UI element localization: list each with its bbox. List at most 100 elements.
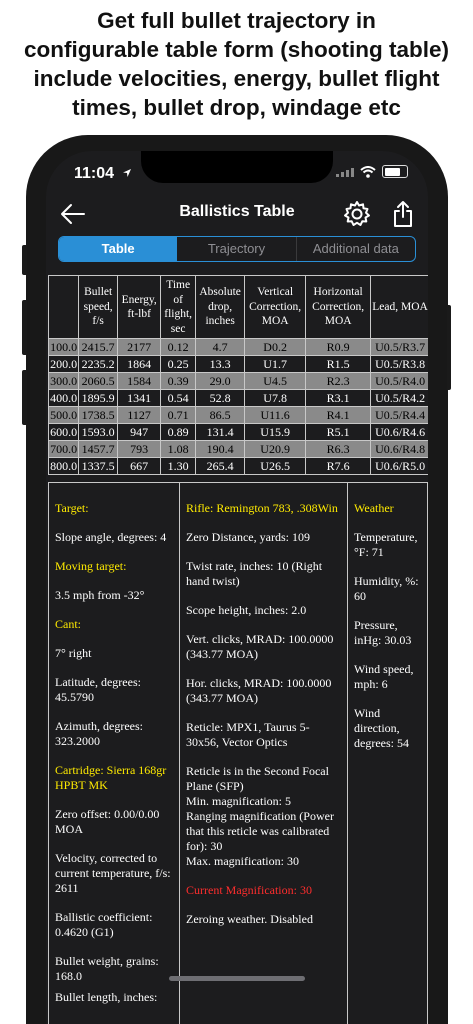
table-cell: 29.0 (195, 372, 246, 390)
table-cell: 0.71 (160, 406, 197, 424)
latitude: Latitude, degrees: 45.5790 (55, 675, 141, 704)
table-cell: U0.5/R4.4 (370, 406, 428, 424)
header-vertical: Vertical Correction, MOA (244, 275, 307, 339)
table-cell: 1895.9 (78, 389, 119, 407)
table-cell: 0.12 (160, 338, 197, 356)
table-cell: 0.54 (160, 389, 197, 407)
wind-speed: Wind speed, mph: 6 (354, 662, 414, 691)
range-cell: 700.0 (47, 440, 80, 458)
rifle-title: Rifle: Remington 783, .308Win (186, 501, 338, 515)
volume-up-button (22, 300, 27, 355)
azimuth: Azimuth, degrees: 323.2000 (55, 719, 143, 748)
zero-offset: Zero offset: 0.00/0.00 MOA (55, 807, 160, 836)
weather-column: Weather Temperature, °F: 71 Humidity, %:… (347, 483, 427, 1024)
table-cell: 52.8 (195, 389, 246, 407)
table-cell: 0.25 (160, 355, 197, 373)
tab-table[interactable]: Table (59, 237, 178, 261)
table-cell: R4.1 (305, 406, 372, 424)
hor-clicks: Hor. clicks, MRAD: 100.0000 (343.77 MOA) (186, 676, 332, 705)
table-cell: 1.30 (160, 457, 197, 475)
location-arrow-icon (122, 169, 131, 177)
nav-bar: Ballistics Table (46, 191, 428, 237)
signal-icon (336, 167, 354, 177)
tab-additional-data[interactable]: Additional data (295, 237, 415, 261)
table-cell: 793 (117, 440, 162, 458)
table-row: 300.0 2060.5 1584 0.39 29.0 U4.5 R2.3 U0.5/R4.0 (47, 372, 428, 390)
range-cell: 800.0 (47, 457, 80, 475)
share-icon[interactable] (389, 199, 417, 229)
table-cell: U11.6 (244, 406, 307, 424)
mute-switch (22, 245, 27, 275)
table-cell: 947 (117, 423, 162, 441)
table-cell: 4.7 (195, 338, 246, 356)
range-cell: 600.0 (47, 423, 80, 441)
home-indicator[interactable] (169, 976, 305, 981)
table-cell: U15.9 (244, 423, 307, 441)
gear-icon[interactable] (343, 200, 371, 228)
range-cell: 100.0 (47, 338, 80, 356)
table-cell: 1.08 (160, 440, 197, 458)
table-cell: 13.3 (195, 355, 246, 373)
header-drop: Absolute drop, inches (195, 275, 246, 339)
table-cell: 265.4 (195, 457, 246, 475)
ballistic-coefficient: Ballistic coefficient: 0.4620 (G1) (55, 910, 153, 939)
cartridge-title: Cartridge: Sierra 168gr HPBT MK (55, 763, 167, 792)
table-cell: U0.5/R3.8 (370, 355, 428, 373)
focal-plane: Reticle is in the Second Focal Plane (SF… (186, 764, 329, 793)
table-cell: R5.1 (305, 423, 372, 441)
table-cell: 667 (117, 457, 162, 475)
table-cell: U7.8 (244, 389, 307, 407)
min-magnification: Min. magnification: 5 (186, 794, 291, 808)
table-row: 700.0 1457.7 793 1.08 190.4 U20.9 R6.3 U0.6/R4.… (47, 440, 428, 458)
table-cell: 1457.7 (78, 440, 119, 458)
table-cell: U20.9 (244, 440, 307, 458)
table-cell: U0.5/R4.0 (370, 372, 428, 390)
zeroing-weather: Zeroing weather. Disabled (186, 912, 313, 926)
twist-rate: Twist rate, inches: 10 (Right hand twist… (186, 559, 323, 588)
table-cell: 190.4 (195, 440, 246, 458)
header-lead: Lead, MOA (370, 275, 428, 339)
table-row: 600.0 1593.0 947 0.89 131.4 U15.9 R5.1 U0.6/R4.… (47, 423, 428, 441)
table-cell: U26.5 (244, 457, 307, 475)
humidity: Humidity, %: 60 (354, 574, 419, 603)
table-row: 200.0 2235.2 1864 0.25 13.3 U1.7 R1.5 U0.5/R3.8 (47, 355, 428, 373)
table-cell: U4.5 (244, 372, 307, 390)
table-cell: U0.5/R3.7 (370, 338, 428, 356)
moving-target: 3.5 mph from -32° (55, 588, 145, 602)
table-cell: 1341 (117, 389, 162, 407)
current-magnification: Current Magnification: 30 (186, 883, 312, 897)
table-cell: 2177 (117, 338, 162, 356)
range-cell: 400.0 (47, 389, 80, 407)
wifi-icon (360, 165, 376, 178)
range-cell: 300.0 (47, 372, 80, 390)
table-cell: 0.39 (160, 372, 197, 390)
table-cell: 1584 (117, 372, 162, 390)
tab-trajectory[interactable]: Trajectory (177, 237, 295, 261)
weather-title: Weather (354, 501, 394, 515)
table-cell: 86.5 (195, 406, 246, 424)
table-cell: R0.9 (305, 338, 372, 356)
table-cell: 2415.7 (78, 338, 119, 356)
status-time: 11:04 (74, 165, 132, 183)
cant-title: Cant: (55, 617, 81, 631)
table-cell: R1.5 (305, 355, 372, 373)
table-cell: U0.5/R4.2 (370, 389, 428, 407)
pressure: Pressure, inHg: 30.03 (354, 618, 412, 647)
table-cell: 1593.0 (78, 423, 119, 441)
target-column: Target: Slope angle, degrees: 4 Moving t… (49, 483, 179, 1024)
cant-value: 7° right (55, 646, 92, 660)
table-row: 800.0 1337.5 667 1.30 265.4 U26.5 R7.6 U0.6/R5.… (47, 457, 428, 475)
velocity: Velocity, corrected to current temperatu… (55, 851, 171, 895)
table-cell: 1127 (117, 406, 162, 424)
battery-icon (382, 165, 408, 178)
table-row: 100.0 2415.7 2177 0.12 4.7 D0.2 R0.9 U0.5/R3.7 (47, 338, 428, 356)
table-cell: 2060.5 (78, 372, 119, 390)
volume-down-button (22, 370, 27, 425)
table-cell: R7.6 (305, 457, 372, 475)
rifle-column: Rifle: Remington 783, .308Win Zero Dista… (179, 483, 347, 1024)
table-cell: R2.3 (305, 372, 372, 390)
table-cell: 0.89 (160, 423, 197, 441)
ranging-magnification: Ranging magnification (Power that this r… (186, 809, 334, 853)
view-segmented-control: Table Trajectory Additional data (58, 236, 416, 262)
status-icons (336, 165, 408, 178)
